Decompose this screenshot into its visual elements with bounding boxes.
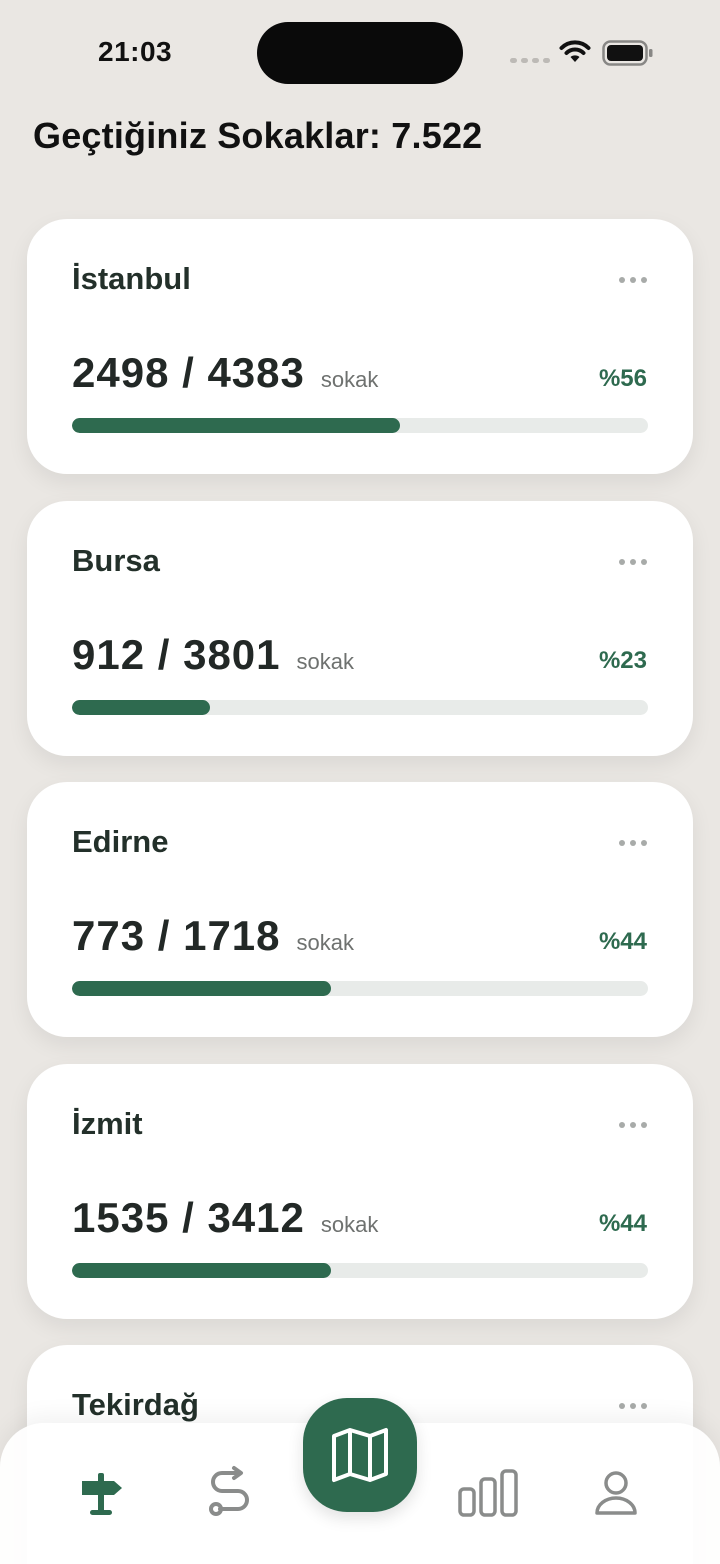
page-title: Geçtiğiniz Sokaklar: 7.522 <box>33 115 483 156</box>
progress-bar <box>72 1263 648 1278</box>
status-bar: 21:03 <box>0 0 720 110</box>
city-card-bursa[interactable]: Bursa 912 / 3801 sokak %23 <box>27 501 693 756</box>
street-count-unit: sokak <box>296 649 354 674</box>
city-name: Edirne <box>72 824 169 859</box>
street-count-unit: sokak <box>320 367 379 392</box>
street-count-value: 1535 / 3412 <box>72 1194 305 1241</box>
city-card-izmit[interactable]: İzmit 1535 / 3412 sokak %44 <box>27 1064 693 1319</box>
completion-percent: %44 <box>598 1210 647 1237</box>
progress-fill <box>72 1263 332 1278</box>
more-options-icon[interactable] <box>619 1403 647 1409</box>
street-count: 2498 / 4383 sokak <box>72 349 378 397</box>
street-count-unit: sokak <box>320 1212 379 1237</box>
street-count-unit: sokak <box>296 930 354 955</box>
wifi-icon <box>559 40 591 62</box>
completion-percent: %23 <box>598 647 647 674</box>
battery-icon <box>602 40 653 66</box>
progress-bar <box>72 418 648 433</box>
tab-streets[interactable] <box>72 1463 132 1523</box>
route-icon <box>209 1466 249 1516</box>
more-options-icon[interactable] <box>619 559 647 565</box>
more-options-icon[interactable] <box>619 840 647 846</box>
signpost-icon <box>82 1473 122 1515</box>
progress-bar <box>72 700 648 715</box>
tab-profile[interactable] <box>586 1463 646 1523</box>
more-options-icon[interactable] <box>619 1122 647 1128</box>
tab-routes[interactable] <box>200 1463 260 1523</box>
city-card-edirne[interactable]: Edirne 773 / 1718 sokak %44 <box>27 782 693 1037</box>
city-name: İstanbul <box>72 261 191 296</box>
street-count: 773 / 1718 sokak <box>72 912 354 960</box>
tab-stats[interactable] <box>458 1463 518 1523</box>
street-count-value: 773 / 1718 <box>72 912 281 959</box>
street-count-value: 2498 / 4383 <box>72 349 305 396</box>
progress-fill <box>72 700 211 715</box>
status-time: 21:03 <box>98 36 173 67</box>
map-icon <box>332 1428 388 1482</box>
tab-map[interactable] <box>303 1398 417 1512</box>
progress-bar <box>72 981 648 996</box>
city-name: Bursa <box>72 543 160 578</box>
city-name: Tekirdağ <box>72 1387 199 1422</box>
city-name: İzmit <box>72 1106 143 1141</box>
progress-fill <box>72 981 332 996</box>
user-icon <box>595 1471 637 1515</box>
street-count: 1535 / 3412 sokak <box>72 1194 378 1242</box>
street-count-value: 912 / 3801 <box>72 631 281 678</box>
street-count: 912 / 3801 sokak <box>72 631 354 679</box>
cellular-signal-icon <box>510 58 550 63</box>
bar-chart-icon <box>458 1469 518 1517</box>
progress-fill <box>72 418 401 433</box>
completion-percent: %44 <box>598 928 647 955</box>
completion-percent: %56 <box>598 365 647 392</box>
city-card-istanbul[interactable]: İstanbul 2498 / 4383 sokak %56 <box>27 219 693 474</box>
more-options-icon[interactable] <box>619 277 647 283</box>
dynamic-island <box>257 22 463 84</box>
